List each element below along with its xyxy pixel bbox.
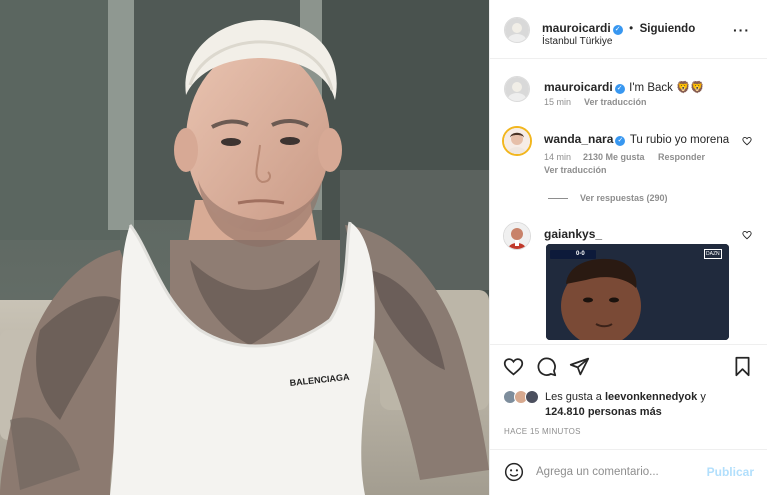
likes-conjunction: y [700,391,706,403]
author-username[interactable]: mauroicardi [542,21,611,35]
verified-badge-icon: ✓ [614,84,625,94]
caption-username[interactable]: mauroicardi [544,80,613,94]
header-separator: • [629,23,634,35]
player-clip-image [546,244,729,340]
follow-status-button[interactable]: Siguiendo [640,23,696,35]
comment-gif-clip[interactable]: 0-0 DAZN [546,244,729,340]
clip-badge: DAZN [704,249,722,259]
caption-text: I'm Back 🦁🦁 [629,82,705,94]
caption-time[interactable]: 15 min [544,97,571,107]
author-avatar[interactable] [504,17,530,43]
verified-badge-icon: ✓ [612,25,623,35]
commenter-avatar[interactable] [503,222,531,250]
publish-button[interactable]: Publicar [707,465,754,479]
view-replies-button[interactable]: Ver respuestas (290) [580,193,668,203]
comment-box: Agrega un comentario... Publicar [490,449,767,495]
commenter-username[interactable]: gaiankys_ [544,227,602,241]
heart-icon[interactable] [503,356,524,377]
emoji-icon[interactable] [504,462,524,482]
liker-avatar[interactable] [525,390,539,404]
post-timestamp[interactable]: HACE 15 MINUTOS [504,427,581,436]
post-actions: Les gusta a leevonkennedyok y 124.810 pe… [490,344,767,449]
clip-score: 0-0 [576,251,585,257]
post-side-panel: mauroicardi ✓ • Siguiendo İstanbul Türkiy… [489,0,767,495]
post-location[interactable]: İstanbul Türkiye [542,36,612,47]
share-icon[interactable] [569,356,590,377]
comment-likes[interactable]: 2130 Me gusta [583,152,645,162]
likes-prefix: Les gusta a [545,391,602,403]
post-photo[interactable]: BALENCIAGA [0,0,489,495]
post-header: mauroicardi ✓ • Siguiendo İstanbul Türkiy… [490,0,767,59]
comment-input[interactable]: Agrega un comentario... [536,466,659,478]
likes-user-link[interactable]: leevonkennedyok [605,391,697,403]
more-dots-icon[interactable]: ··· [733,22,750,38]
comment-reply-button[interactable]: Responder [658,152,705,162]
comment-like-heart-icon[interactable] [742,230,752,240]
comment-time[interactable]: 14 min [544,152,571,162]
commenter-username[interactable]: wanda_nara [544,132,613,146]
comment-translate-link[interactable]: Ver traducción [544,165,607,175]
caption-avatar[interactable] [504,76,530,102]
comment-like-heart-icon[interactable] [742,136,752,146]
selfie-image: BALENCIAGA [0,0,489,495]
bookmark-icon[interactable] [733,356,752,377]
comment-icon[interactable] [536,356,557,377]
replies-divider [548,198,568,199]
verified-badge-icon: ✓ [615,136,626,146]
commenter-avatar[interactable] [502,126,532,156]
comment-text: Tu rubio yo morena [629,134,730,146]
caption-translate-link[interactable]: Ver traducción [584,97,647,107]
likes-count[interactable]: 124.810 personas más [545,406,662,418]
